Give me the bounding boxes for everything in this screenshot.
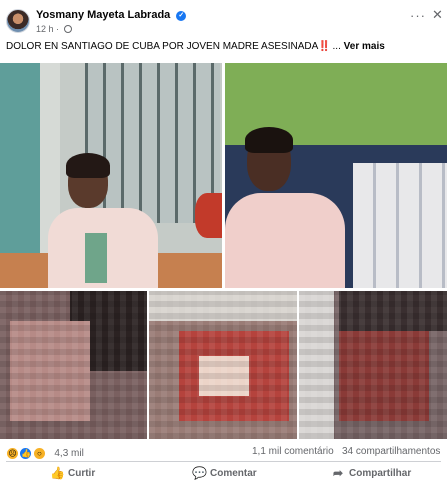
- like-button[interactable]: 👍 Curtir: [50, 466, 95, 486]
- photo-blurred-3[interactable]: [299, 291, 447, 439]
- share-arrow-icon: ➦: [332, 466, 344, 480]
- red-flowers: [195, 193, 222, 238]
- comment-label: Comentar: [210, 468, 257, 479]
- pixelation-overlay: [0, 291, 147, 439]
- post-meta: 12 h ·: [36, 24, 72, 34]
- photo-blurred-2[interactable]: [149, 291, 297, 439]
- comments-count[interactable]: 1,1 mil comentário: [252, 446, 334, 457]
- double-exclamation-emoji: ‼️: [318, 41, 330, 52]
- close-icon[interactable]: ✕: [432, 7, 443, 23]
- more-options-icon[interactable]: ···: [410, 8, 426, 23]
- reactions-count: 4,3 mil: [54, 448, 84, 460]
- comment-bubble-icon: 💬: [192, 466, 207, 480]
- green-shirt: [85, 233, 107, 283]
- photo-woman-sitting[interactable]: [0, 63, 222, 288]
- pixelation-overlay: [299, 291, 447, 439]
- like-label: Curtir: [68, 468, 96, 479]
- person-hair: [66, 153, 110, 178]
- sad-reaction-icon: ☹: [6, 447, 19, 461]
- person-body: [225, 193, 345, 288]
- see-more-link[interactable]: Ver mais: [344, 41, 385, 52]
- post-header: Yosmany Mayeta Labrada ✓ 12 h · ··· ✕: [0, 0, 447, 38]
- comment-button[interactable]: 💬 Comentar: [192, 466, 257, 486]
- divider: [6, 461, 441, 462]
- pixelation-overlay: [149, 291, 297, 439]
- thumbs-up-icon: 👍: [50, 466, 65, 480]
- photo-blurred-1[interactable]: [0, 291, 147, 439]
- verified-badge-icon: ✓: [176, 11, 187, 21]
- person-hair: [245, 127, 293, 153]
- author-avatar[interactable]: [6, 9, 30, 33]
- post-time[interactable]: 12 h: [36, 24, 54, 34]
- post-caption: DOLOR EN SANTIAGO DE CUBA POR JOVEN MADR…: [6, 41, 385, 52]
- share-button[interactable]: ➦ Compartilhar: [331, 466, 411, 486]
- wall-papers: [353, 163, 447, 288]
- caption-text: DOLOR EN SANTIAGO DE CUBA POR JOVEN MADR…: [6, 41, 319, 52]
- reactions-summary[interactable]: ☹ 👍 ○ 4,3 mil: [6, 445, 84, 461]
- globe-icon: [63, 25, 72, 33]
- like-reaction-icon: 👍: [19, 447, 33, 461]
- share-label: Compartilhar: [349, 468, 412, 479]
- meta-separator: ·: [56, 24, 60, 34]
- facebook-post: Yosmany Mayeta Labrada ✓ 12 h · ··· ✕ DO…: [0, 0, 447, 489]
- author-name[interactable]: Yosmany Mayeta Labrada: [36, 9, 170, 21]
- wow-reaction-icon: ○: [32, 447, 46, 461]
- caption-ellipsis: ...: [332, 41, 341, 52]
- author-name-row: Yosmany Mayeta Labrada ✓: [36, 9, 187, 21]
- photo-woman-classroom[interactable]: [225, 63, 447, 288]
- shares-count[interactable]: 34 compartilhamentos: [342, 446, 440, 457]
